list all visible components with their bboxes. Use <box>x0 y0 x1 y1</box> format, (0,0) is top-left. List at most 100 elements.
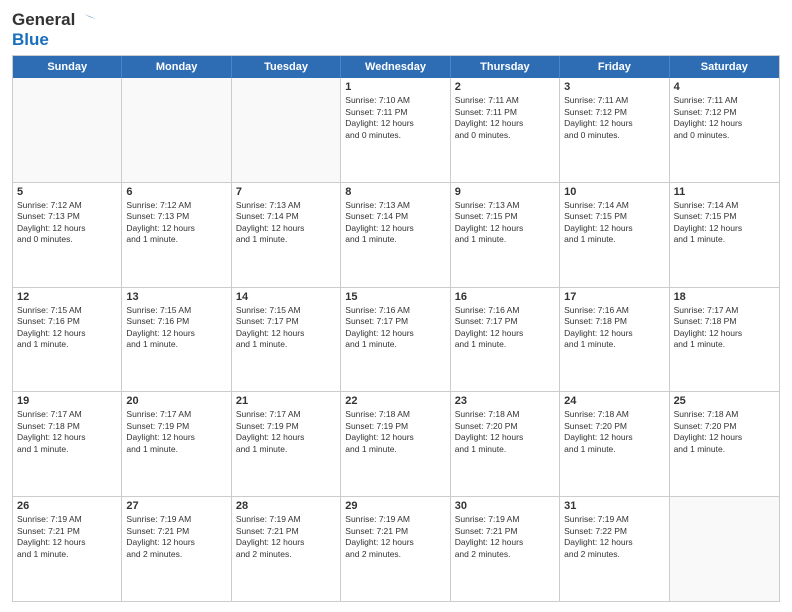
day-number: 29 <box>345 500 445 512</box>
page: General Blue SundayMondayTuesdayWednesda… <box>0 0 792 612</box>
calendar-row-2: 12 Sunrise: 7:15 AM Sunset: 7:16 PM Dayli… <box>13 287 779 392</box>
calendar-cell: 15Sunrise: 7:16 AM Sunset: 7:17 PM Dayli… <box>341 288 450 392</box>
cell-info: Sunrise: 7:19 AM Sunset: 7:21 PM Dayligh… <box>455 514 555 560</box>
calendar-cell: 27Sunrise: 7:19 AM Sunset: 7:21 PM Dayli… <box>122 497 231 601</box>
cell-info: Sunrise: 7:17 AM Sunset: 7:19 PM Dayligh… <box>126 409 226 455</box>
day-number: 18 <box>674 291 775 303</box>
cell-info: Sunrise: 7:17 AM Sunset: 7:18 PM Dayligh… <box>674 305 775 351</box>
logo-blue-text: Blue <box>12 30 96 50</box>
cell-info: Sunrise: 7:18 AM Sunset: 7:20 PM Dayligh… <box>674 409 775 455</box>
cell-info: Sunrise: 7:16 AM Sunset: 7:18 PM Dayligh… <box>564 305 664 351</box>
calendar-cell: 9 Sunrise: 7:13 AM Sunset: 7:15 PM Daylig… <box>451 183 560 287</box>
day-number: 30 <box>455 500 555 512</box>
calendar-cell: 11 Sunrise: 7:14 AM Sunset: 7:15 PM Dayli… <box>670 183 779 287</box>
cell-info: Sunrise: 7:16 AM Sunset: 7:17 PM Dayligh… <box>455 305 555 351</box>
calendar-cell: 8Sunrise: 7:13 AM Sunset: 7:14 PM Daylig… <box>341 183 450 287</box>
day-number: 16 <box>455 291 555 303</box>
logo: General Blue <box>12 10 96 49</box>
day-number: 14 <box>236 291 336 303</box>
calendar-cell <box>232 78 341 182</box>
calendar-cell: 2Sunrise: 7:11 AM Sunset: 7:11 PM Daylig… <box>451 78 560 182</box>
calendar-cell: 28 Sunrise: 7:19 AM Sunset: 7:21 PM Dayli… <box>232 497 341 601</box>
calendar-cell: 13Sunrise: 7:15 AM Sunset: 7:16 PM Dayli… <box>122 288 231 392</box>
calendar-cell: 29 Sunrise: 7:19 AM Sunset: 7:21 PM Dayli… <box>341 497 450 601</box>
calendar: SundayMondayTuesdayWednesdayThursdayFrid… <box>12 55 780 602</box>
calendar-body: 1Sunrise: 7:10 AM Sunset: 7:11 PM Daylig… <box>13 78 779 601</box>
day-number: 28 <box>236 500 336 512</box>
calendar-cell: 17 Sunrise: 7:16 AM Sunset: 7:18 PM Dayli… <box>560 288 669 392</box>
day-number: 2 <box>455 81 555 93</box>
header-day-tuesday: Tuesday <box>232 56 341 78</box>
day-number: 13 <box>126 291 226 303</box>
cell-info: Sunrise: 7:19 AM Sunset: 7:21 PM Dayligh… <box>345 514 445 560</box>
cell-info: Sunrise: 7:12 AM Sunset: 7:13 PM Dayligh… <box>17 200 117 246</box>
calendar-cell: 26Sunrise: 7:19 AM Sunset: 7:21 PM Dayli… <box>13 497 122 601</box>
calendar-cell: 3Sunrise: 7:11 AM Sunset: 7:12 PM Daylig… <box>560 78 669 182</box>
calendar-cell: 18 Sunrise: 7:17 AM Sunset: 7:18 PM Dayli… <box>670 288 779 392</box>
day-number: 21 <box>236 395 336 407</box>
day-number: 3 <box>564 81 664 93</box>
day-number: 19 <box>17 395 117 407</box>
cell-info: Sunrise: 7:15 AM Sunset: 7:17 PM Dayligh… <box>236 305 336 351</box>
header-day-thursday: Thursday <box>451 56 560 78</box>
header: General Blue <box>12 10 780 49</box>
cell-info: Sunrise: 7:12 AM Sunset: 7:13 PM Dayligh… <box>126 200 226 246</box>
calendar-cell: 10 Sunrise: 7:14 AM Sunset: 7:15 PM Dayli… <box>560 183 669 287</box>
day-number: 9 <box>455 186 555 198</box>
day-number: 12 <box>17 291 117 303</box>
calendar-row-1: 5Sunrise: 7:12 AM Sunset: 7:13 PM Daylig… <box>13 182 779 287</box>
calendar-cell: 22Sunrise: 7:18 AM Sunset: 7:19 PM Dayli… <box>341 392 450 496</box>
calendar-cell: 24Sunrise: 7:18 AM Sunset: 7:20 PM Dayli… <box>560 392 669 496</box>
day-number: 24 <box>564 395 664 407</box>
cell-info: Sunrise: 7:17 AM Sunset: 7:19 PM Dayligh… <box>236 409 336 455</box>
logo-wing-icon <box>76 12 96 28</box>
calendar-cell: 25 Sunrise: 7:18 AM Sunset: 7:20 PM Dayli… <box>670 392 779 496</box>
day-number: 10 <box>564 186 664 198</box>
day-number: 23 <box>455 395 555 407</box>
cell-info: Sunrise: 7:19 AM Sunset: 7:21 PM Dayligh… <box>236 514 336 560</box>
cell-info: Sunrise: 7:19 AM Sunset: 7:21 PM Dayligh… <box>126 514 226 560</box>
calendar-header: SundayMondayTuesdayWednesdayThursdayFrid… <box>13 56 779 78</box>
calendar-cell: 1Sunrise: 7:10 AM Sunset: 7:11 PM Daylig… <box>341 78 450 182</box>
calendar-cell: 19 Sunrise: 7:17 AM Sunset: 7:18 PM Dayli… <box>13 392 122 496</box>
cell-info: Sunrise: 7:11 AM Sunset: 7:12 PM Dayligh… <box>674 95 775 141</box>
cell-info: Sunrise: 7:18 AM Sunset: 7:19 PM Dayligh… <box>345 409 445 455</box>
cell-info: Sunrise: 7:14 AM Sunset: 7:15 PM Dayligh… <box>674 200 775 246</box>
calendar-cell: 4Sunrise: 7:11 AM Sunset: 7:12 PM Daylig… <box>670 78 779 182</box>
calendar-cell: 23 Sunrise: 7:18 AM Sunset: 7:20 PM Dayli… <box>451 392 560 496</box>
calendar-row-4: 26Sunrise: 7:19 AM Sunset: 7:21 PM Dayli… <box>13 496 779 601</box>
cell-info: Sunrise: 7:13 AM Sunset: 7:14 PM Dayligh… <box>236 200 336 246</box>
calendar-cell: 12 Sunrise: 7:15 AM Sunset: 7:16 PM Dayli… <box>13 288 122 392</box>
logo-text-block: General Blue <box>12 10 96 49</box>
calendar-cell: 30 Sunrise: 7:19 AM Sunset: 7:21 PM Dayli… <box>451 497 560 601</box>
day-number: 20 <box>126 395 226 407</box>
day-number: 25 <box>674 395 775 407</box>
day-number: 7 <box>236 186 336 198</box>
cell-info: Sunrise: 7:14 AM Sunset: 7:15 PM Dayligh… <box>564 200 664 246</box>
header-day-monday: Monday <box>122 56 231 78</box>
day-number: 15 <box>345 291 445 303</box>
header-day-friday: Friday <box>560 56 669 78</box>
header-day-sunday: Sunday <box>13 56 122 78</box>
header-day-saturday: Saturday <box>670 56 779 78</box>
calendar-cell: 16 Sunrise: 7:16 AM Sunset: 7:17 PM Dayli… <box>451 288 560 392</box>
calendar-cell: 20 Sunrise: 7:17 AM Sunset: 7:19 PM Dayli… <box>122 392 231 496</box>
day-number: 6 <box>126 186 226 198</box>
calendar-cell: 6 Sunrise: 7:12 AM Sunset: 7:13 PM Daylig… <box>122 183 231 287</box>
cell-info: Sunrise: 7:18 AM Sunset: 7:20 PM Dayligh… <box>455 409 555 455</box>
cell-info: Sunrise: 7:19 AM Sunset: 7:22 PM Dayligh… <box>564 514 664 560</box>
day-number: 11 <box>674 186 775 198</box>
day-number: 8 <box>345 186 445 198</box>
calendar-cell: 5Sunrise: 7:12 AM Sunset: 7:13 PM Daylig… <box>13 183 122 287</box>
calendar-cell <box>122 78 231 182</box>
calendar-cell: 21 Sunrise: 7:17 AM Sunset: 7:19 PM Dayli… <box>232 392 341 496</box>
calendar-cell: 31 Sunrise: 7:19 AM Sunset: 7:22 PM Dayli… <box>560 497 669 601</box>
day-number: 17 <box>564 291 664 303</box>
day-number: 31 <box>564 500 664 512</box>
cell-info: Sunrise: 7:13 AM Sunset: 7:15 PM Dayligh… <box>455 200 555 246</box>
cell-info: Sunrise: 7:15 AM Sunset: 7:16 PM Dayligh… <box>17 305 117 351</box>
cell-info: Sunrise: 7:17 AM Sunset: 7:18 PM Dayligh… <box>17 409 117 455</box>
calendar-cell <box>13 78 122 182</box>
calendar-cell: 14 Sunrise: 7:15 AM Sunset: 7:17 PM Dayli… <box>232 288 341 392</box>
cell-info: Sunrise: 7:10 AM Sunset: 7:11 PM Dayligh… <box>345 95 445 141</box>
